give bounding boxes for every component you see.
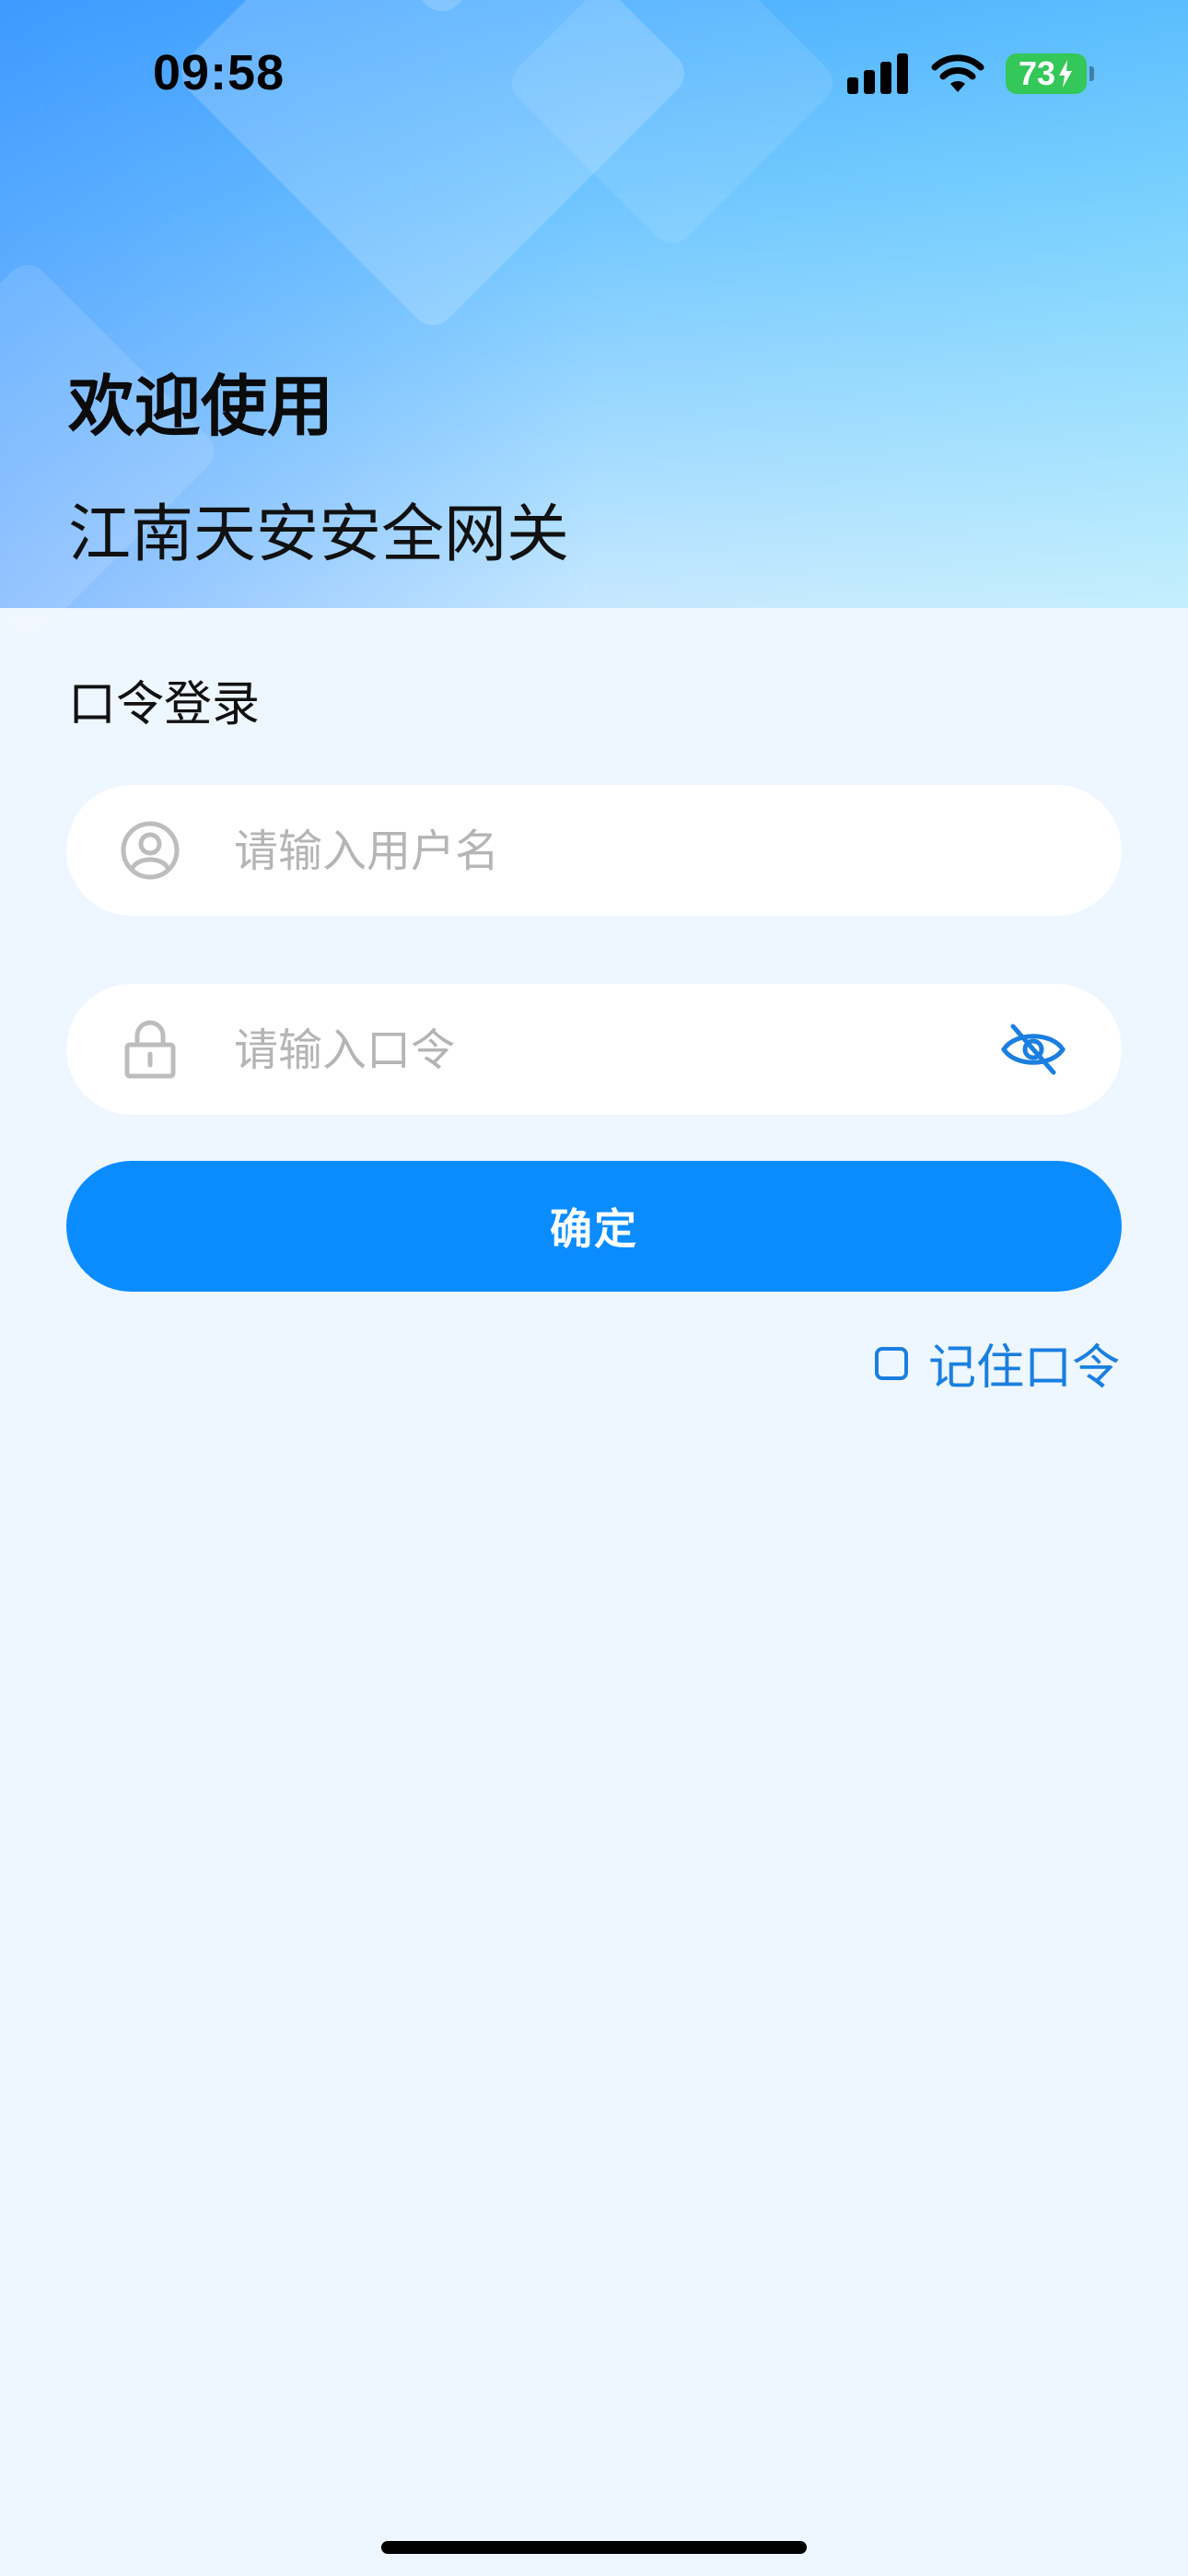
app-name: 江南天安安全网关 — [68, 498, 570, 571]
password-field[interactable] — [66, 984, 1122, 1115]
password-input[interactable] — [232, 1012, 991, 1089]
confirm-button[interactable]: 确定 — [66, 1161, 1122, 1292]
eye-off-icon[interactable] — [1000, 1021, 1066, 1078]
remember-checkbox[interactable] — [874, 1346, 908, 1380]
wifi-icon — [931, 54, 984, 92]
status-time: 09:58 — [153, 45, 285, 100]
username-field[interactable] — [66, 785, 1122, 916]
cellular-signal-icon — [847, 53, 908, 94]
status-icons: 73 — [847, 53, 1094, 94]
user-icon — [121, 821, 180, 880]
home-indicator — [381, 2541, 807, 2554]
battery-charging-icon — [1059, 60, 1073, 88]
remember-label[interactable]: 记住口令 — [928, 1329, 1120, 1398]
decor-diamond — [0, 255, 224, 648]
battery-indicator: 73 — [1006, 53, 1094, 94]
login-section-title: 口令登录 — [68, 677, 261, 732]
login-screen: 09:58 73 欢迎使用 江南天安安全网关 口令登录 请输入用户名 确定 记住… — [0, 0, 1188, 2576]
battery-level: 73 — [1018, 54, 1056, 92]
remember-password-toggle[interactable]: 记住口令 — [874, 1329, 1120, 1398]
lock-icon — [124, 1020, 176, 1079]
username-input[interactable] — [232, 813, 991, 890]
decor-diamond — [503, 0, 842, 252]
welcome-title: 欢迎使用 — [68, 368, 334, 445]
